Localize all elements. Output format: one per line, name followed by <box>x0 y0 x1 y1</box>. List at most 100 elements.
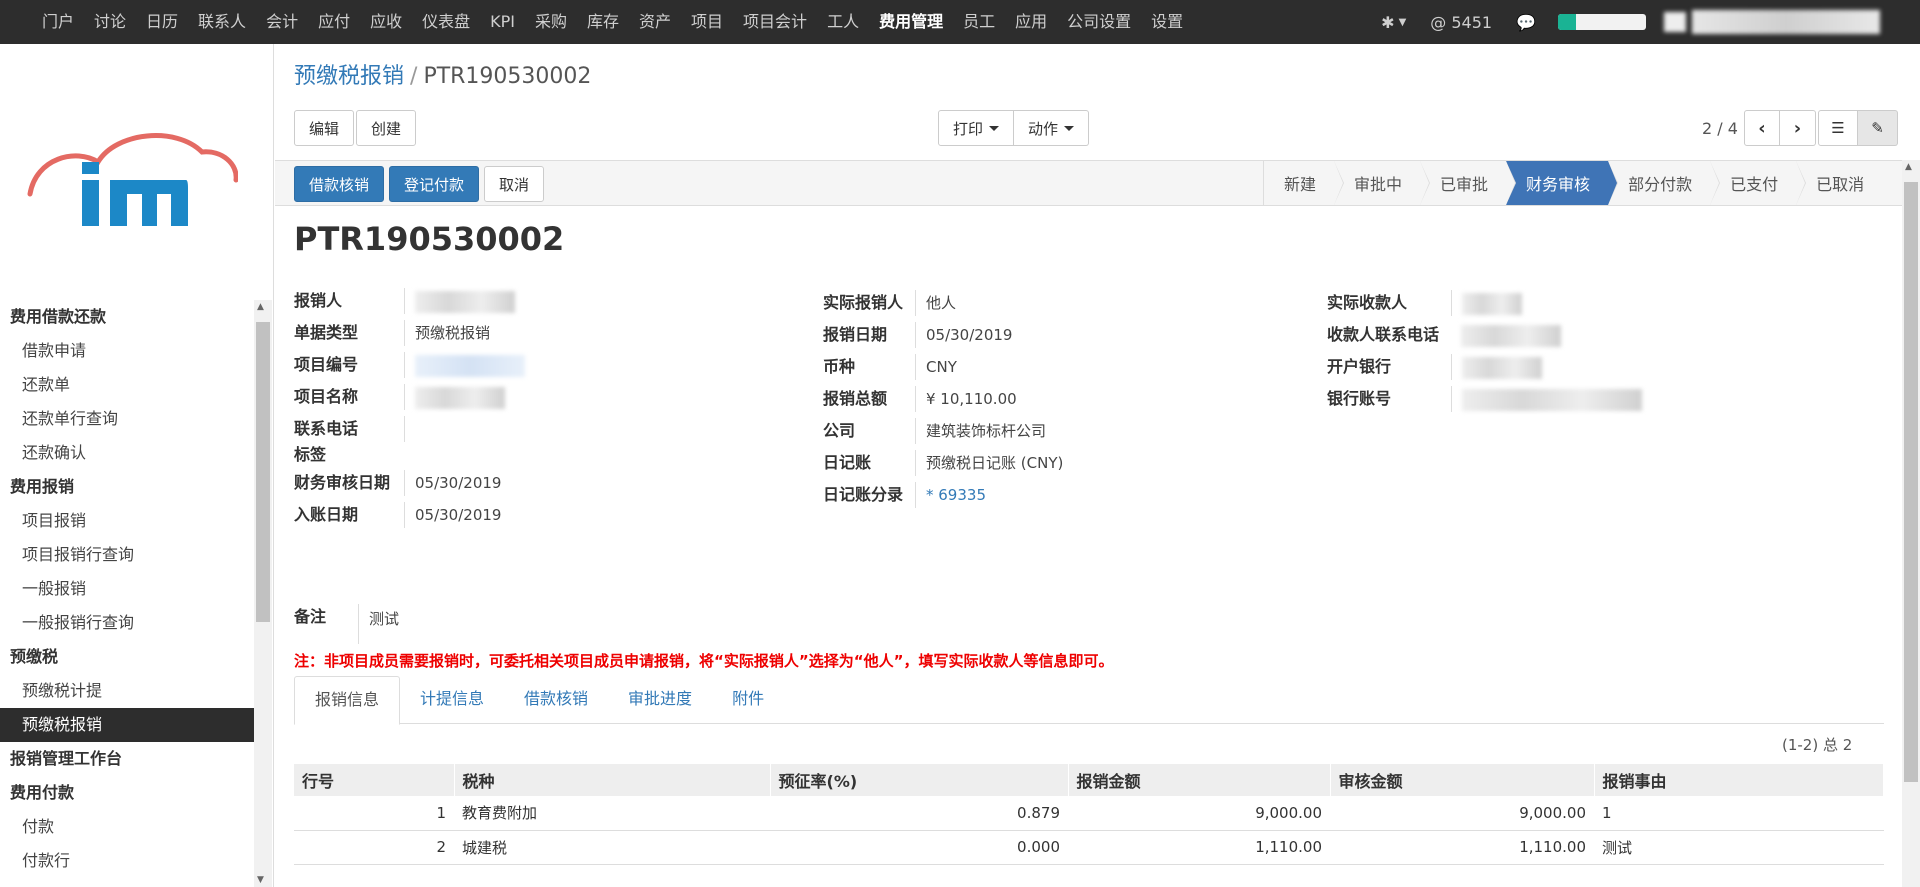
column-header[interactable]: 报销金额 <box>1068 764 1331 796</box>
main-scrollbar[interactable]: ▲ <box>1902 160 1920 887</box>
tags-field[interactable] <box>404 442 414 468</box>
company-field[interactable]: 建筑装饰标杆公司 <box>915 418 1046 444</box>
bank-field[interactable] <box>1451 354 1542 380</box>
topnav-item[interactable]: 应收 <box>360 0 412 44</box>
scroll-up-icon[interactable]: ▲ <box>257 302 264 312</box>
scroll-up-icon[interactable]: ▲ <box>1905 162 1912 172</box>
list-view-button[interactable]: ☰ <box>1818 110 1858 146</box>
topnav-item[interactable]: 员工 <box>953 0 1005 44</box>
status-action-button[interactable]: 取消 <box>484 166 545 202</box>
topnav-item[interactable]: 库存 <box>577 0 629 44</box>
topnav-item[interactable]: 日历 <box>136 0 188 44</box>
bank-label: 开户银行 <box>1327 357 1392 376</box>
bug-icon[interactable]: ✱ ▼ <box>1381 13 1406 32</box>
topnav-item[interactable]: 应用 <box>1005 0 1057 44</box>
topnav-item[interactable]: 联系人 <box>188 0 256 44</box>
sidebar-item[interactable]: 还款单行查询 <box>0 402 254 436</box>
sidebar-item[interactable]: 预缴税报销 <box>0 708 254 742</box>
phone-field[interactable] <box>404 416 415 442</box>
status-stage[interactable]: 已取消 <box>1796 161 1883 205</box>
scroll-down-icon[interactable]: ▼ <box>257 875 264 885</box>
next-record-button[interactable]: › <box>1779 110 1816 146</box>
topnav-item[interactable]: 门户 <box>32 0 84 44</box>
table-row[interactable]: 1 教育费附加 0.879 9,000.00 9,000.00 1 <box>294 796 1884 831</box>
column-header[interactable]: 行号 <box>294 764 455 796</box>
topnav-item[interactable]: 设置 <box>1141 0 1193 44</box>
topnav-item[interactable]: 公司设置 <box>1057 0 1141 44</box>
breadcrumb-parent[interactable]: 预缴税报销 <box>294 64 404 89</box>
sidebar-item[interactable]: 付款行 <box>0 844 254 878</box>
journal-entry-label: 日记账分录 <box>823 485 904 504</box>
status-stage[interactable]: 新建 <box>1264 161 1345 205</box>
topnav-item[interactable]: 会计 <box>256 0 308 44</box>
topnav-item[interactable]: 项目 <box>681 0 733 44</box>
tab-item[interactable]: 报销信息 <box>294 676 401 725</box>
entry-date-field[interactable]: 05/30/2019 <box>404 502 501 528</box>
print-dropdown[interactable]: 打印 <box>938 110 1015 146</box>
currency-label: 币种 <box>823 357 856 376</box>
account-field[interactable] <box>1451 386 1642 412</box>
note-field[interactable]: 测试 <box>358 604 399 644</box>
audit-date-field[interactable]: 05/30/2019 <box>404 470 501 496</box>
sidebar-item[interactable]: 项目报销 <box>0 504 254 538</box>
journal-field[interactable]: 预缴税日记账 (CNY) <box>915 450 1063 476</box>
topnav-item[interactable]: 资产 <box>629 0 681 44</box>
edit-button[interactable]: 编辑 <box>294 110 355 146</box>
print-label: 打印 <box>953 119 984 138</box>
payee-field[interactable] <box>1451 290 1522 316</box>
sidebar-item[interactable]: 付款 <box>0 810 254 844</box>
tab-item[interactable]: 审批进度 <box>608 676 712 723</box>
project-name-field[interactable] <box>404 384 505 410</box>
report-date-field[interactable]: 05/30/2019 <box>915 322 1012 348</box>
table-cell: 测试 <box>1594 830 1884 865</box>
topnav-item[interactable]: 仪表盘 <box>412 0 480 44</box>
action-dropdown[interactable]: 动作 <box>1014 110 1090 146</box>
create-button[interactable]: 创建 <box>356 110 417 146</box>
mail-count[interactable]: @ 5451 <box>1430 13 1492 32</box>
form-view-button[interactable]: ✎ <box>1858 110 1898 146</box>
sidebar-item[interactable]: 一般报销 <box>0 572 254 606</box>
sidebar-item[interactable]: 还款单 <box>0 368 254 402</box>
prev-record-button[interactable]: ‹ <box>1743 110 1780 146</box>
topnav-item[interactable]: 应付 <box>308 0 360 44</box>
status-stage[interactable]: 已审批 <box>1420 161 1517 205</box>
doc-type-field[interactable]: 预缴税报销 <box>404 320 490 346</box>
status-stage[interactable]: 部分付款 <box>1608 161 1721 205</box>
sidebar-item[interactable]: 项目报销行查询 <box>0 538 254 572</box>
topnav-item[interactable]: 费用管理 <box>869 0 953 44</box>
topnav-item[interactable]: 采购 <box>525 0 577 44</box>
journal-entry-link[interactable]: * 69335 <box>915 482 986 508</box>
tab-item[interactable]: 附件 <box>712 676 784 723</box>
column-header[interactable]: 税种 <box>454 764 771 796</box>
sidebar-item[interactable]: 一般报销行查询 <box>0 606 254 640</box>
column-header[interactable]: 预征率(%) <box>770 764 1069 796</box>
pager-value[interactable]: 2 / 4 <box>1702 119 1738 138</box>
column-header[interactable]: 审核金额 <box>1330 764 1595 796</box>
tab-item[interactable]: 借款核销 <box>504 676 608 723</box>
status-stage[interactable]: 审批中 <box>1334 161 1431 205</box>
sidebar-item[interactable]: 预缴税计提 <box>0 674 254 708</box>
sidebar-scrollbar[interactable]: ▲ ▼ <box>254 300 272 887</box>
project-no-field[interactable] <box>404 352 525 378</box>
status-action-button[interactable]: 登记付款 <box>389 166 480 202</box>
sidebar-item[interactable]: 还款确认 <box>0 436 254 470</box>
column-header[interactable]: 报销事由 <box>1594 764 1884 796</box>
currency-field[interactable]: CNY <box>915 354 957 380</box>
chat-icon[interactable]: 💬 <box>1516 13 1536 32</box>
user-avatar[interactable] <box>1664 12 1686 32</box>
reporter-field[interactable] <box>404 288 515 314</box>
tab-item[interactable]: 计提信息 <box>400 676 504 723</box>
status-action-button[interactable]: 借款核销 <box>294 166 385 202</box>
lines-table: 行号 税种 预征率(%) 报销金额 审核金额 报销事由 1 教育费附加 0.879 9,000.… <box>294 764 1884 865</box>
user-name[interactable] <box>1692 10 1880 34</box>
topnav-item[interactable]: 讨论 <box>84 0 136 44</box>
payee-phone-field[interactable] <box>1451 322 1561 348</box>
status-stage[interactable]: 已支付 <box>1710 161 1807 205</box>
status-stage[interactable]: 财务审核 <box>1506 161 1619 205</box>
topnav-item[interactable]: KPI <box>480 0 525 44</box>
table-row[interactable]: 2 城建税 0.000 1,110.00 1,110.00 测试 <box>294 830 1884 865</box>
topnav-item[interactable]: 项目会计 <box>733 0 817 44</box>
actual-reporter-field[interactable]: 他人 <box>915 290 956 316</box>
sidebar-item[interactable]: 借款申请 <box>0 334 254 368</box>
topnav-item[interactable]: 工人 <box>817 0 869 44</box>
